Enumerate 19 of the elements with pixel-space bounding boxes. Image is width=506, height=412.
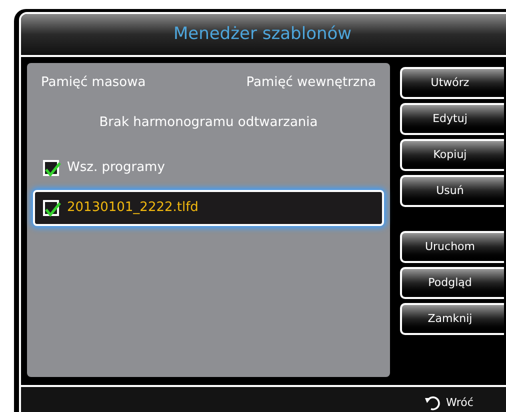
status-message: Brak harmonogramu odtwarzania <box>99 114 318 132</box>
action-button[interactable]: Utwórz <box>400 67 504 99</box>
check-icon <box>44 161 61 178</box>
action-button[interactable]: Uruchom <box>400 231 504 263</box>
selected-list-item[interactable]: 20130101_2222.tlfd <box>33 190 384 226</box>
checkbox[interactable] <box>43 160 59 176</box>
action-button[interactable]: Usuń <box>400 175 504 207</box>
checkbox[interactable] <box>43 200 59 216</box>
action-button[interactable]: Kopiuj <box>400 139 504 171</box>
action-button[interactable]: Edytuj <box>400 103 504 135</box>
back-label[interactable]: Wróć <box>446 394 474 412</box>
item-label: 20130101_2222.tlfd <box>67 199 198 218</box>
action-button[interactable]: Podgląd <box>400 267 504 299</box>
storage-label: Pamięć wewnętrzna <box>246 74 376 92</box>
storage-label: Pamięć masowa <box>41 74 146 92</box>
check-icon <box>44 201 61 218</box>
window-title: Menedżer szablonów <box>173 22 352 46</box>
action-button[interactable]: Zamknij <box>400 303 504 335</box>
item-label: Wsz. programy <box>67 159 165 178</box>
